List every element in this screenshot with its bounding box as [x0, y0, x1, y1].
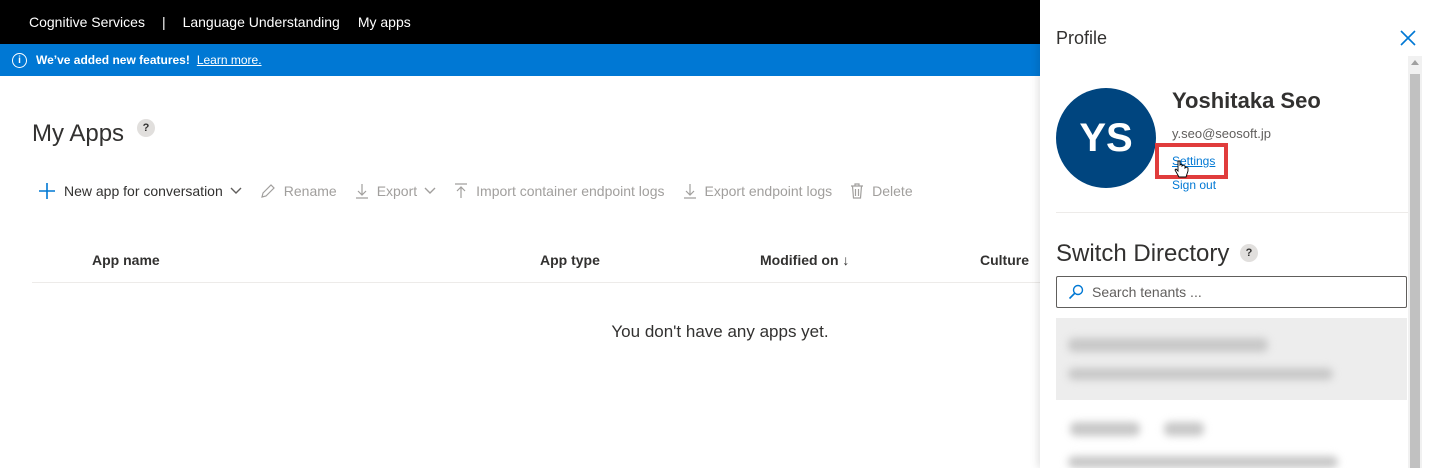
info-icon: i	[12, 52, 27, 68]
user-name: Yoshitaka Seo	[1172, 88, 1321, 113]
new-app-label: New app for conversation	[64, 183, 223, 199]
brand-link[interactable]: Cognitive Services	[29, 14, 145, 30]
rename-button[interactable]: Rename	[260, 183, 337, 199]
pencil-icon	[260, 184, 275, 198]
apps-toolbar: New app for conversation Rename Export I…	[38, 178, 931, 204]
chevron-down-icon	[230, 187, 242, 194]
panel-scrollbar[interactable]	[1408, 56, 1422, 468]
trash-icon	[851, 183, 864, 199]
column-app-name[interactable]: App name	[92, 252, 160, 268]
export-button[interactable]: Export	[355, 183, 436, 199]
search-icon	[1068, 284, 1084, 300]
scroll-up-icon[interactable]	[1411, 60, 1419, 65]
export-logs-label: Export endpoint logs	[704, 183, 833, 199]
import-logs-button[interactable]: Import container endpoint logs	[454, 183, 665, 199]
tenant-item[interactable]	[1056, 400, 1407, 468]
table-header-divider	[32, 282, 1040, 283]
import-logs-label: Import container endpoint logs	[476, 183, 665, 199]
upload-icon	[455, 183, 468, 198]
profile-panel: Profile YS Yoshitaka Seo y.seo@seosoft.j…	[1040, 0, 1440, 468]
column-app-type[interactable]: App type	[540, 252, 600, 268]
banner-message: We’ve added new features!	[36, 53, 190, 67]
delete-button[interactable]: Delete	[850, 183, 913, 199]
search-placeholder: Search tenants ...	[1092, 284, 1202, 300]
export-label: Export	[376, 183, 418, 199]
profile-title: Profile	[1056, 28, 1108, 48]
download-icon	[355, 184, 368, 199]
avatar: YS	[1056, 88, 1156, 188]
learn-more-link[interactable]: Learn more.	[197, 53, 262, 67]
profile-divider	[1056, 212, 1408, 213]
sign-out-link[interactable]: Sign out	[1172, 178, 1216, 192]
column-modified-on[interactable]: Modified on ↓	[760, 252, 849, 268]
scroll-thumb[interactable]	[1410, 74, 1420, 468]
product-link[interactable]: Language Understanding	[183, 14, 340, 30]
download-icon	[683, 184, 696, 199]
page-title: My Apps	[32, 120, 125, 147]
rename-label: Rename	[283, 183, 337, 199]
chevron-down-icon	[424, 187, 436, 194]
user-email: y.seo@seosoft.jp	[1172, 126, 1271, 141]
new-app-button[interactable]: New app for conversation	[38, 182, 242, 200]
delete-label: Delete	[872, 183, 913, 199]
search-tenants-input[interactable]: Search tenants ...	[1056, 276, 1407, 308]
plus-icon	[39, 183, 55, 199]
help-icon[interactable]: ?	[1240, 244, 1258, 262]
feature-banner: i We’ve added new features! Learn more.	[0, 44, 1040, 76]
switch-directory-title: Switch Directory	[1056, 240, 1230, 267]
nav-separator: |	[161, 14, 166, 30]
column-culture[interactable]: Culture	[980, 252, 1029, 268]
export-logs-button[interactable]: Export endpoint logs	[683, 183, 833, 199]
tenant-item[interactable]	[1056, 318, 1407, 400]
help-icon[interactable]: ?	[137, 119, 155, 137]
close-icon[interactable]	[1396, 26, 1420, 50]
top-navigation-bar: Cognitive Services | Language Understand…	[0, 0, 1040, 44]
hand-cursor-icon	[1174, 160, 1189, 178]
nav-my-apps[interactable]: My apps	[358, 14, 411, 30]
